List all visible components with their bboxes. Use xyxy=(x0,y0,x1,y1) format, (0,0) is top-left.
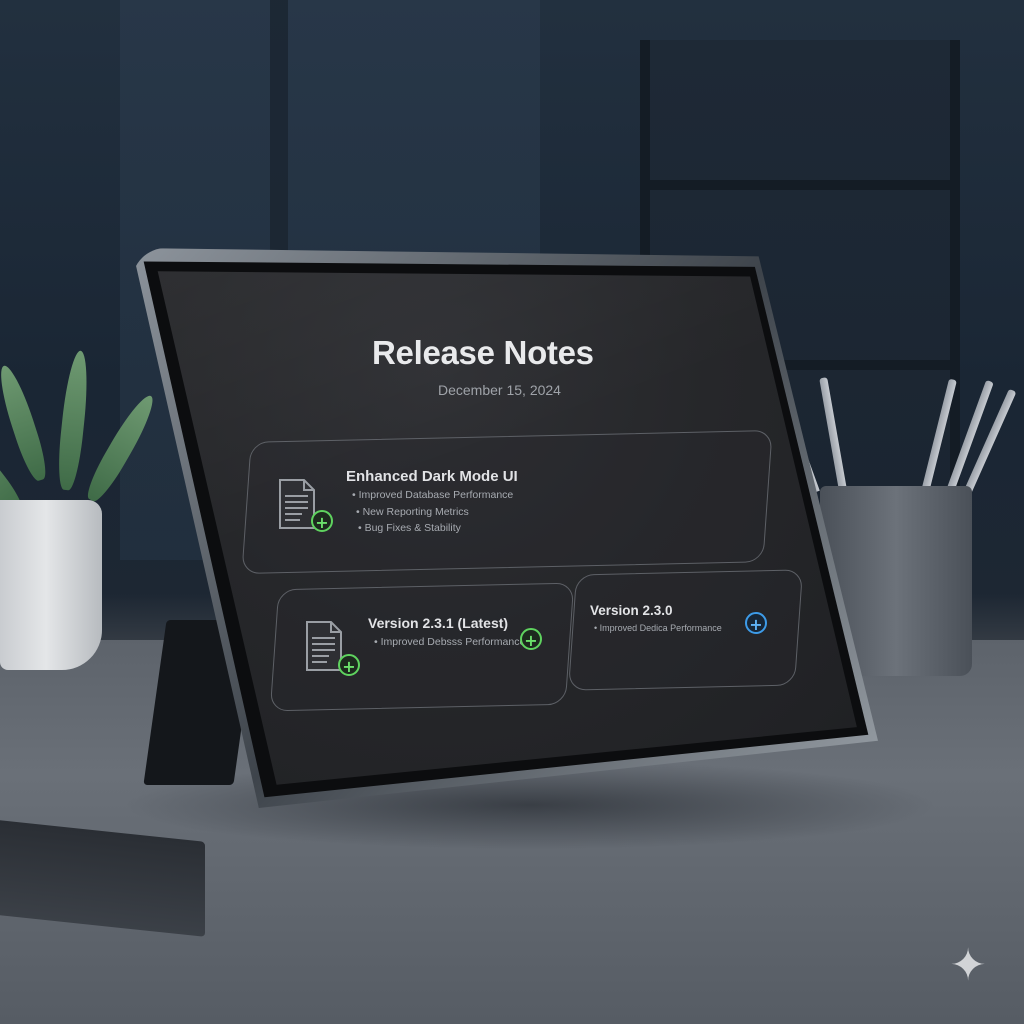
card-title: Version 2.3.0 xyxy=(590,603,673,618)
shelf-board xyxy=(640,180,960,190)
card-bullet: • Improved Debsss Performance xyxy=(374,636,526,648)
card-bullet: • New Reporting Metrics xyxy=(356,506,469,518)
card-title: Version 2.3.1 (Latest) xyxy=(368,615,509,631)
plus-circle-icon[interactable]: + xyxy=(520,628,542,650)
plus-circle-icon[interactable]: + xyxy=(745,612,767,634)
card-bullet: • Improved Database Performance xyxy=(352,489,514,501)
card-title: Enhanced Dark Mode UI xyxy=(346,468,518,485)
page-title: Release Notes xyxy=(372,334,594,371)
plant-leaf xyxy=(0,362,52,484)
photo-scene: Release Notes December 15, 2024 + Enhanc… xyxy=(0,0,1024,1024)
plant-pot xyxy=(0,500,102,670)
sparkle-icon: ✦ xyxy=(949,941,987,990)
plus-circle-icon[interactable]: + xyxy=(311,510,333,532)
card-bullet: • Bug Fixes & Stability xyxy=(358,522,461,534)
card-bullet: • Improved Dedica Performance xyxy=(594,623,722,633)
plus-circle-icon[interactable]: + xyxy=(338,654,360,676)
release-date: December 15, 2024 xyxy=(438,382,561,398)
plant-leaf xyxy=(55,349,92,492)
